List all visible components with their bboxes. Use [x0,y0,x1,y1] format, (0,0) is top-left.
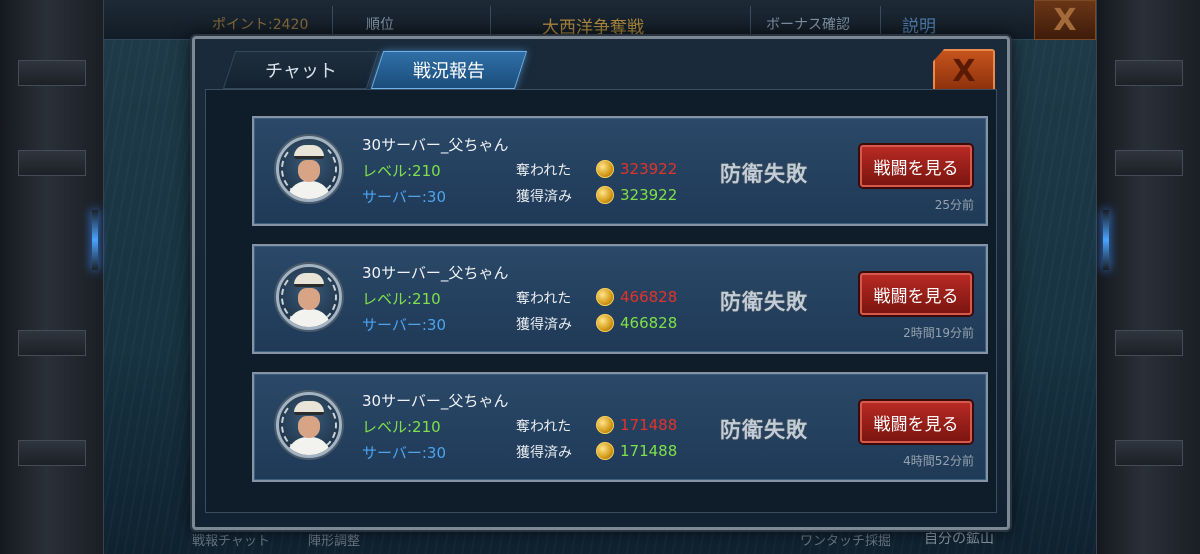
time-ago: 25分前 [934,198,974,212]
gold-coin-icon [596,314,614,332]
lost-label: 奪われた [516,419,572,435]
battle-result: 防衛失敗 [720,418,808,442]
player-server: サーバー:30 [362,316,446,334]
report-card: 30サーバー_父ちゃん レベル:210 サーバー:30 奪われた 獲得済み 46… [252,244,988,354]
gold-coin-icon [596,186,614,204]
lost-amount: 466828 [620,288,678,306]
gained-label: 獲得済み [516,189,572,205]
player-server: サーバー:30 [362,188,446,206]
pillar-rib [18,330,86,356]
tab-chat[interactable]: チャット [222,51,380,89]
event-title: 大西洋争奪戦 [542,18,644,38]
naval-officer-avatar[interactable] [276,264,342,330]
pillar-rib [1115,440,1183,466]
battle-result: 防衛失敗 [720,290,808,314]
side-glow-light [92,210,98,270]
gained-amount: 323922 [620,186,678,204]
gold-coin-icon [596,416,614,434]
battle-chat-button[interactable]: 戦報チャット [192,530,270,549]
avatar-face [298,416,320,438]
gained-amount: 466828 [620,314,678,332]
divider [750,6,751,34]
help-tab[interactable]: 説明 [902,12,936,37]
divider [490,6,491,34]
watch-battle-button[interactable]: 戦闘を見る [860,273,972,315]
modal-close-button[interactable]: X [933,49,995,93]
event-close-button[interactable]: X [1034,0,1096,40]
naval-officer-avatar[interactable] [276,392,342,458]
gold-coin-icon [596,160,614,178]
side-glow-light [1103,210,1109,270]
event-top-bar: ポイント:2420 順位 大西洋争奪戦 ボーナス確認 説明 X [104,0,1096,40]
report-card: 30サーバー_父ちゃん レベル:210 サーバー:30 奪われた 獲得済み 32… [252,116,988,226]
battle-report-modal: チャット 戦況報告 X 30サーバー_父ちゃん レベル:210 サーバー:30 … [192,36,1010,530]
close-icon: X [952,53,976,89]
gained-label: 獲得済み [516,317,572,333]
report-card: 30サーバー_父ちゃん レベル:210 サーバー:30 奪われた 獲得済み 17… [252,372,988,482]
left-frame-pillar [0,0,104,554]
button-label: 戦闘を見る [873,158,959,179]
officer-cap-icon [294,273,324,287]
lost-amount: 323922 [620,160,678,178]
pillar-rib [18,440,86,466]
bonus-check-tab[interactable]: ボーナス確認 [766,14,850,34]
lost-label: 奪われた [516,163,572,179]
button-label: 戦闘を見る [873,286,959,307]
my-mine-button[interactable]: 自分の鉱山 [924,528,994,548]
player-name: 30サーバー_父ちゃん [362,264,509,282]
one-touch-mining-button[interactable]: ワンタッチ採掘 [800,530,891,549]
time-ago: 2時間19分前 [903,326,974,340]
avatar-face [298,288,320,310]
tab-label: 戦況報告 [413,61,485,82]
player-level: レベル:210 [362,162,441,180]
watch-battle-button[interactable]: 戦闘を見る [860,145,972,187]
officer-cap-icon [294,401,324,415]
lost-amount: 171488 [620,416,678,434]
pillar-rib [1115,330,1183,356]
formation-button[interactable]: 陣形調整 [308,530,360,549]
points-display: ポイント:2420 [212,17,309,33]
divider [332,6,333,34]
player-level: レベル:210 [362,418,441,436]
right-frame-pillar [1096,0,1200,554]
player-level: レベル:210 [362,290,441,308]
lost-label: 奪われた [516,291,572,307]
player-server: サーバー:30 [362,444,446,462]
tab-label: チャット [265,61,337,82]
pillar-rib [1115,150,1183,176]
gained-label: 獲得済み [516,445,572,461]
pillar-rib [18,60,86,86]
battle-result: 防衛失敗 [720,162,808,186]
avatar-face [298,160,320,182]
pillar-rib [18,150,86,176]
gained-amount: 171488 [620,442,678,460]
rank-tab[interactable]: 順位 [366,14,394,34]
naval-officer-avatar[interactable] [276,136,342,202]
close-icon: X [1053,2,1077,38]
button-label: 戦闘を見る [873,414,959,435]
tab-battle-report[interactable]: 戦況報告 [370,51,528,89]
gold-coin-icon [596,442,614,460]
gold-coin-icon [596,288,614,306]
player-name: 30サーバー_父ちゃん [362,136,509,154]
pillar-rib [1115,60,1183,86]
divider [880,6,881,34]
time-ago: 4時間52分前 [903,454,974,468]
player-name: 30サーバー_父ちゃん [362,392,509,410]
watch-battle-button[interactable]: 戦闘を見る [860,401,972,443]
report-list[interactable]: 30サーバー_父ちゃん レベル:210 サーバー:30 奪われた 獲得済み 32… [205,89,997,513]
officer-cap-icon [294,145,324,159]
